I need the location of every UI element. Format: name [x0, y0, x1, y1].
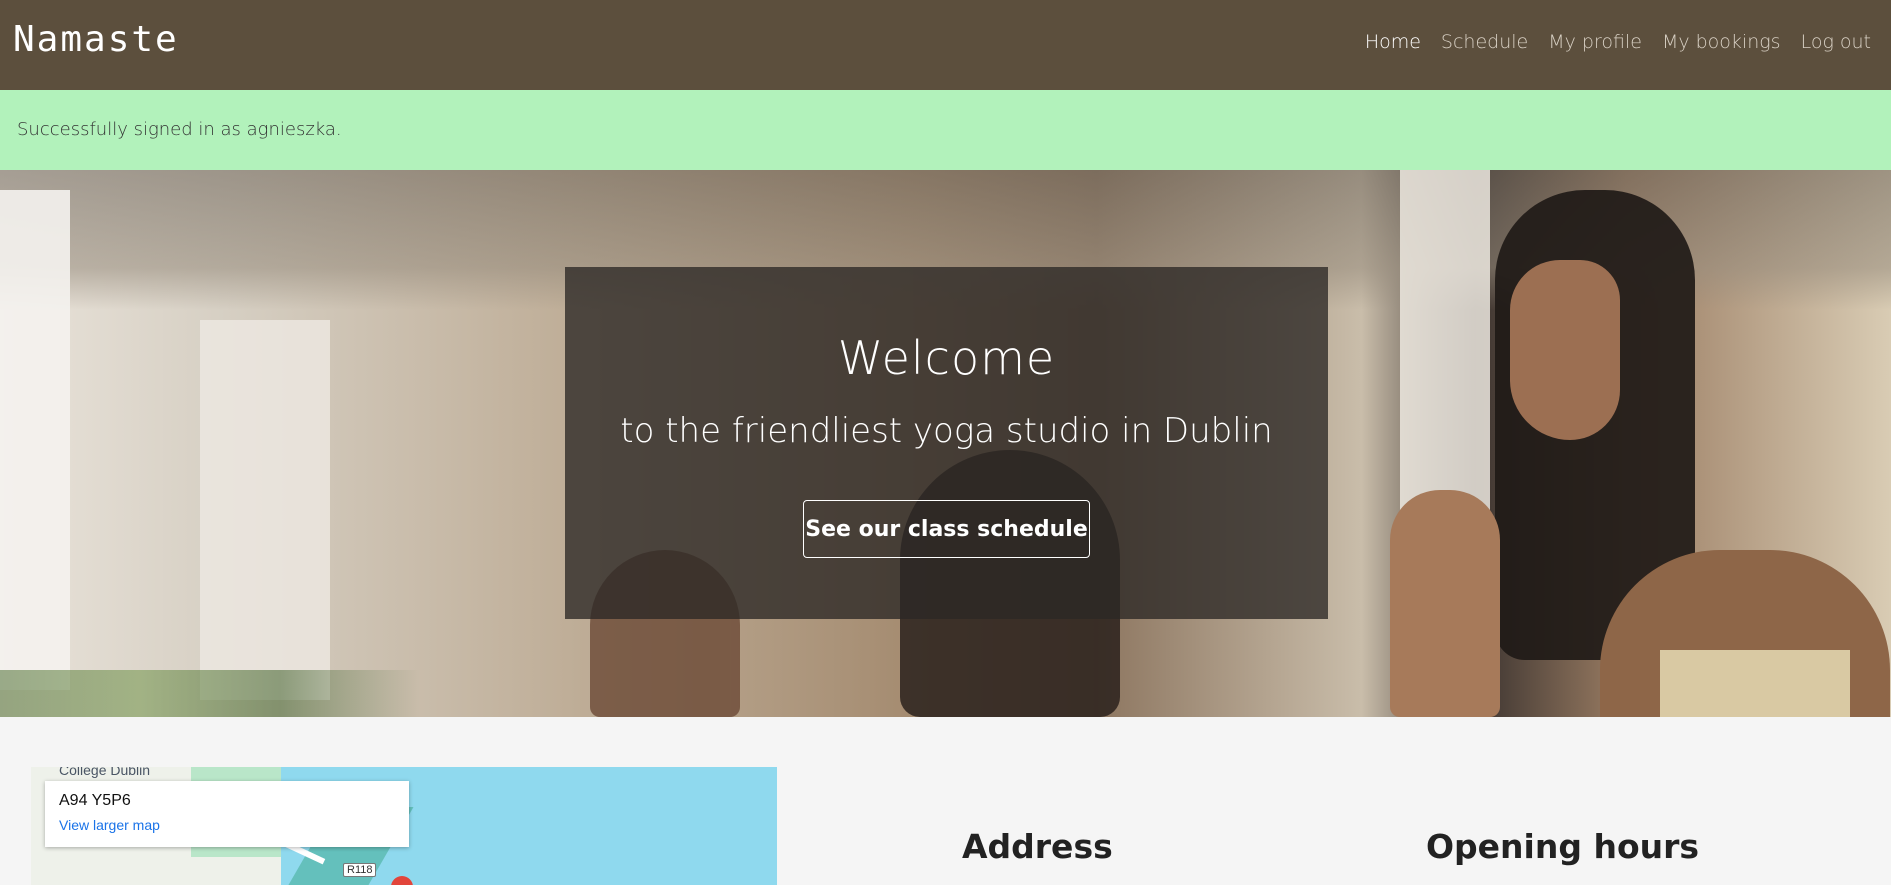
navbar: Namaste Home Schedule My profile My book…	[0, 0, 1891, 90]
nav-link-log-out[interactable]: Log out	[1801, 31, 1871, 53]
brand-logo[interactable]: Namaste	[13, 19, 179, 60]
nav-link-schedule[interactable]: Schedule	[1441, 31, 1528, 53]
nav-link-my-bookings[interactable]: My bookings	[1662, 31, 1781, 53]
class-schedule-button[interactable]: See our class schedule	[803, 500, 1090, 558]
hero-person-right-face	[1510, 260, 1620, 440]
hero-praying-hands	[1390, 490, 1500, 717]
map-card-title: A94 Y5P6	[59, 792, 131, 809]
hero-window	[0, 190, 70, 690]
nav-link-my-profile[interactable]: My profile	[1548, 31, 1642, 53]
hero-subtitle: to the friendliest yoga studio in Dublin	[620, 411, 1273, 451]
map-road-label: R118	[343, 863, 377, 877]
hero-window-far	[200, 320, 330, 700]
alert-message: Successfully signed in as agnieszka.	[17, 119, 342, 140]
info-section: College Dublin R118 A94 Y5P6 View larger…	[0, 717, 1891, 885]
nav-link-home[interactable]: Home	[1365, 31, 1421, 53]
nav-links: Home Schedule My profile My bookings Log…	[1365, 31, 1871, 53]
map-place-label: College Dublin	[59, 767, 151, 778]
success-alert: Successfully signed in as agnieszka.	[0, 90, 1891, 170]
address-heading: Address	[962, 827, 1113, 866]
map-info-card: A94 Y5P6 View larger map	[45, 781, 409, 847]
hero-section: Welcome to the friendliest yoga studio i…	[0, 170, 1891, 717]
hero-plants	[0, 670, 420, 717]
hero-overlay-box: Welcome to the friendliest yoga studio i…	[565, 267, 1328, 619]
hero-person-right-top	[1660, 650, 1850, 717]
hero-title: Welcome	[837, 331, 1056, 385]
view-larger-map-link[interactable]: View larger map	[59, 817, 160, 833]
google-map[interactable]: College Dublin R118 A94 Y5P6 View larger…	[31, 767, 777, 885]
opening-hours-heading: Opening hours	[1426, 827, 1700, 866]
